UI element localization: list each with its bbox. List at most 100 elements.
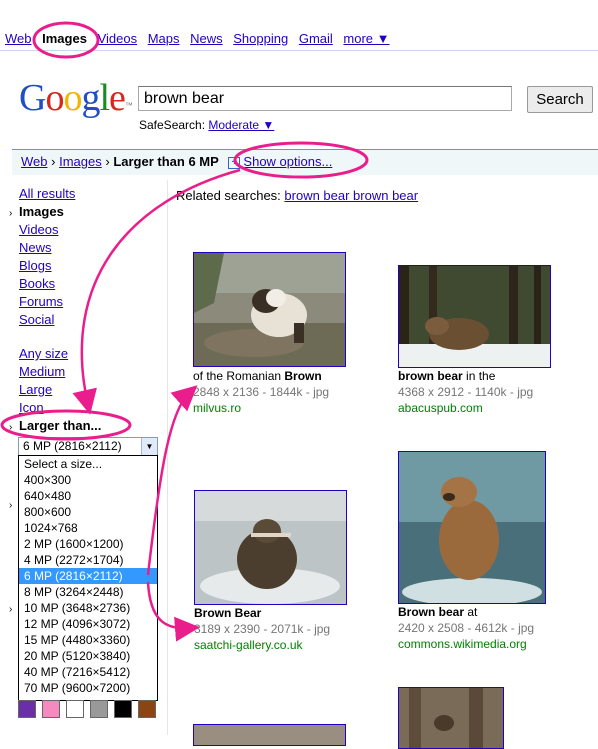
- result-title-bold[interactable]: brown bear: [398, 369, 463, 383]
- search-input[interactable]: [138, 86, 512, 111]
- result-title-bold[interactable]: Brown Bear: [194, 606, 261, 620]
- nav-news[interactable]: News: [190, 31, 223, 46]
- logo-letter: g: [81, 77, 100, 119]
- left-news[interactable]: News: [19, 240, 52, 255]
- result-title[interactable]: at: [464, 605, 477, 619]
- size-option[interactable]: 800×600: [19, 504, 157, 520]
- result-thumbnail[interactable]: [193, 724, 346, 746]
- safesearch: SafeSearch: Moderate ▼: [139, 118, 274, 132]
- size-option[interactable]: 15 MP (4480×3360): [19, 632, 157, 648]
- color-swatch[interactable]: [66, 700, 84, 718]
- color-swatch[interactable]: [114, 700, 132, 718]
- safesearch-label: SafeSearch:: [139, 118, 206, 132]
- size-option[interactable]: 2 MP (1600×1200): [19, 536, 157, 552]
- result-url[interactable]: commons.wikimedia.org: [398, 636, 534, 652]
- current-bullet: ›: [9, 208, 13, 219]
- plus-icon: +: [228, 156, 241, 169]
- nav-maps[interactable]: Maps: [148, 31, 180, 46]
- size-option[interactable]: 10 MP (3648×2736): [19, 600, 157, 616]
- crumb-sep: ›: [105, 154, 110, 169]
- size-select[interactable]: 6 MP (2816×2112) ▼: [18, 437, 158, 456]
- result-caption: brown bear in the 4368 x 2912 - 1140k - …: [398, 368, 533, 416]
- color-swatch[interactable]: [90, 700, 108, 718]
- result-caption: Brown Bear 3189 x 2390 - 2071k - jpg saa…: [194, 605, 330, 653]
- result-thumbnail[interactable]: [193, 252, 346, 367]
- breadcrumb: Web › Images › Larger than 6 MP + Show op…: [21, 154, 332, 169]
- crumb-current: Larger than 6 MP: [113, 154, 219, 169]
- result-caption: Brown bear at 2420 x 2508 - 4612k - jpg …: [398, 604, 534, 652]
- left-videos[interactable]: Videos: [19, 222, 59, 237]
- logo-letter: o: [63, 77, 82, 119]
- logo-letter: o: [45, 77, 64, 119]
- result-title[interactable]: in the: [463, 369, 495, 383]
- result-meta: 4368 x 2912 - 1140k - jpg: [398, 385, 534, 399]
- result-thumbnail[interactable]: [398, 687, 504, 749]
- logo-letter: G: [19, 77, 46, 119]
- result-meta: 2420 x 2508 - 4612k - jpg: [398, 621, 535, 635]
- size-option[interactable]: 640×480: [19, 488, 157, 504]
- crumb-web[interactable]: Web: [21, 154, 48, 169]
- size-option[interactable]: 12 MP (4096×3072): [19, 616, 157, 632]
- top-divider: [0, 50, 598, 51]
- size-option[interactable]: 8 MP (3264×2448): [19, 584, 157, 600]
- size-large[interactable]: Large: [19, 382, 52, 397]
- result-url[interactable]: saatchi-gallery.co.uk: [194, 637, 330, 653]
- color-swatch[interactable]: [18, 700, 36, 718]
- result-thumbnail[interactable]: [398, 451, 546, 604]
- size-select-value: 6 MP (2816×2112): [23, 439, 122, 453]
- result-caption: of the Romanian Brown 2848 x 2136 - 1844…: [193, 368, 329, 416]
- result-thumbnail[interactable]: [194, 490, 347, 605]
- size-option[interactable]: 6 MP (2816×2112): [19, 568, 157, 584]
- color-swatch[interactable]: [42, 700, 60, 718]
- logo-letter: e: [109, 77, 126, 119]
- nav-gmail[interactable]: Gmail: [299, 31, 333, 46]
- result-url[interactable]: abacuspub.com: [398, 400, 533, 416]
- show-options-label[interactable]: Show options...: [243, 154, 332, 169]
- result-meta: 3189 x 2390 - 2071k - jpg: [194, 622, 331, 636]
- chevron-down-icon[interactable]: ▼: [141, 438, 157, 455]
- safesearch-dropdown[interactable]: Moderate ▼: [208, 118, 274, 132]
- crumb-images[interactable]: Images: [59, 154, 102, 169]
- section-bullet: ›: [9, 604, 13, 615]
- size-option[interactable]: 70 MP (9600×7200): [19, 680, 157, 696]
- bear-image: [195, 491, 346, 604]
- search-button[interactable]: Search: [527, 86, 593, 113]
- google-logo[interactable]: Google™: [19, 78, 133, 118]
- size-option[interactable]: 40 MP (7216×5412): [19, 664, 157, 680]
- logo-letter: l: [99, 77, 110, 119]
- nav-videos[interactable]: Videos: [98, 31, 138, 46]
- left-social[interactable]: Social: [19, 312, 54, 327]
- current-bullet: ›: [9, 422, 13, 433]
- size-option[interactable]: Select a size...: [19, 456, 157, 472]
- result-title-bold[interactable]: Brown: [284, 369, 321, 383]
- bear-image: [194, 253, 345, 366]
- nav-web[interactable]: Web: [5, 31, 32, 46]
- result-thumbnail[interactable]: [398, 265, 551, 368]
- result-title[interactable]: of the Romanian: [193, 369, 284, 383]
- size-any[interactable]: Any size: [19, 346, 68, 361]
- result-meta: 2848 x 2136 - 1844k - jpg: [193, 385, 330, 399]
- size-medium[interactable]: Medium: [19, 364, 65, 379]
- show-options-button[interactable]: + Show options...: [228, 154, 332, 169]
- nav-images[interactable]: Images: [42, 31, 87, 46]
- nav-shopping[interactable]: Shopping: [233, 31, 288, 46]
- size-option[interactable]: 20 MP (5120×3840): [19, 648, 157, 664]
- section-bullet: ›: [9, 500, 13, 511]
- top-nav: Web Images Videos Maps News Shopping Gma…: [5, 31, 397, 46]
- result-title-bold[interactable]: Brown bear: [398, 605, 464, 619]
- left-forums[interactable]: Forums: [19, 294, 63, 309]
- left-books[interactable]: Books: [19, 276, 55, 291]
- size-option[interactable]: 400×300: [19, 472, 157, 488]
- result-url[interactable]: milvus.ro: [193, 400, 329, 416]
- left-all-results[interactable]: All results: [19, 186, 75, 201]
- size-option[interactable]: 1024×768: [19, 520, 157, 536]
- left-images: Images: [19, 204, 64, 219]
- nav-more[interactable]: more ▼: [343, 31, 389, 46]
- related-searches: Related searches: brown bear brown bear: [176, 188, 418, 203]
- size-icon[interactable]: Icon: [19, 400, 44, 415]
- size-option[interactable]: 4 MP (2272×1704): [19, 552, 157, 568]
- related-link[interactable]: brown bear brown bear: [284, 188, 418, 203]
- left-blogs[interactable]: Blogs: [19, 258, 52, 273]
- color-swatch[interactable]: [138, 700, 156, 718]
- crumb-sep: ›: [51, 154, 56, 169]
